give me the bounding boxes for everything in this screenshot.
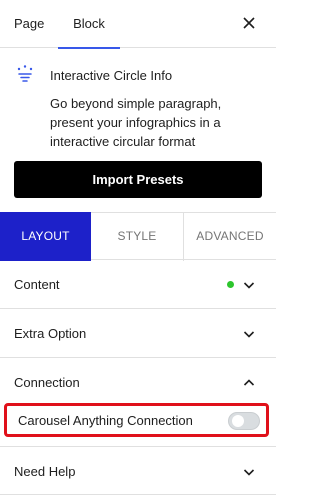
toggle-knob [232,415,244,427]
panel-label: Need Help [14,464,76,479]
panel-need-help[interactable]: Need Help [0,446,276,495]
panel-label: Extra Option [14,326,87,341]
import-presets-button[interactable]: Import Presets [14,161,262,198]
block-description: Go beyond simple paragraph, present your… [50,96,222,149]
panel-connection[interactable]: Connection [0,358,276,407]
chevron-down-icon [243,469,255,476]
close-icon[interactable] [240,14,258,32]
circle-info-icon [17,65,33,82]
section-tabs: LAYOUT STYLE ADVANCED [0,212,276,261]
status-dot [227,281,234,288]
carousel-connection-toggle[interactable] [228,412,260,430]
chevron-down-icon [243,331,255,338]
panel-label: Content [14,277,60,292]
tab-block[interactable]: Block [58,0,120,49]
tab-style[interactable]: STYLE [91,212,184,261]
connection-toggle-row: Carousel Anything Connection [4,403,269,437]
top-tabs: Page Block [0,0,276,49]
tab-page[interactable]: Page [14,0,44,48]
chevron-down-icon [243,282,255,289]
chevron-up-icon [243,379,255,386]
tab-advanced[interactable]: ADVANCED [184,212,276,261]
toggle-label: Carousel Anything Connection [18,413,193,428]
panel-content[interactable]: Content [0,260,276,309]
panel-extra-option[interactable]: Extra Option [0,309,276,358]
block-title: Interactive Circle Info [50,68,173,83]
tab-layout[interactable]: LAYOUT [0,212,91,261]
panel-label: Connection [14,375,80,390]
